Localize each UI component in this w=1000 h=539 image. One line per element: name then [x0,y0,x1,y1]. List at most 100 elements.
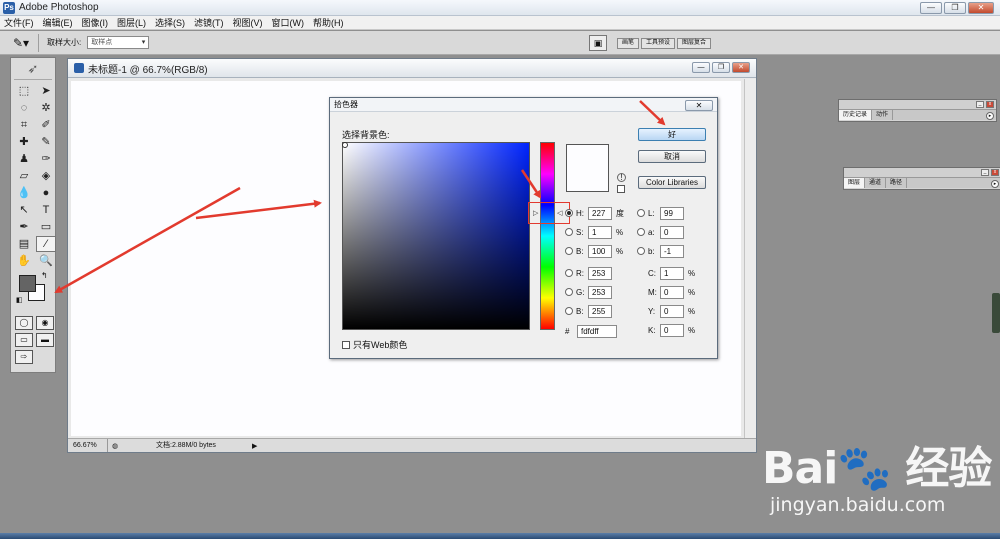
a-input[interactable]: 0 [660,225,684,239]
paint-bucket-tool-icon[interactable]: ◈ [36,168,56,184]
web-only-checkbox-row[interactable]: 只有Web颜色 [342,338,407,351]
menu-window[interactable]: 窗口(W) [272,16,305,29]
l-input[interactable]: 99 [660,206,684,220]
full-screen-menu-icon[interactable]: ▬ [36,333,54,347]
foreground-color-swatch[interactable] [19,275,36,292]
ok-button[interactable]: 好 [638,128,706,141]
gamut-warning-icon[interactable]: ! [617,173,626,182]
tab-actions[interactable]: 动作 [872,110,894,120]
blue-input[interactable]: 255 [588,304,612,318]
layers-panel-minimize-button[interactable]: _ [981,169,989,176]
document-minimize-button[interactable]: — [692,62,710,73]
l-radio[interactable] [637,209,645,217]
jump-to-imageready-icon[interactable]: ⇨ [15,350,33,364]
g-input[interactable]: 253 [588,285,612,299]
blur-tool-icon[interactable]: 💧 [14,185,34,201]
well-tab-tool-presets[interactable]: 工具预设 [641,37,676,49]
swap-colors-icon[interactable]: ↰ [41,271,48,280]
path-selection-tool-icon[interactable]: ↖ [14,202,34,218]
cancel-button[interactable]: 取消 [638,150,706,163]
well-tab-layer-comps[interactable]: 图层复合 [677,37,712,49]
quick-mask-mode-icon[interactable]: ◉ [36,316,54,330]
menu-filter[interactable]: 滤镜(T) [194,16,224,29]
s-radio[interactable] [565,228,573,236]
menu-help[interactable]: 帮助(H) [313,16,344,29]
menu-file[interactable]: 文件(F) [4,16,34,29]
brightness-input[interactable]: 100 [588,244,612,258]
history-brush-tool-icon[interactable]: ✑ [36,151,56,167]
a-radio[interactable] [637,228,645,236]
lasso-tool-icon[interactable]: ◌ [14,100,34,116]
tab-paths[interactable]: 路径 [886,178,908,188]
m-input[interactable]: 0 [660,285,684,299]
file-browser-icon[interactable]: ▣ [589,35,607,51]
menu-select[interactable]: 选择(S) [155,16,185,29]
hex-input[interactable]: fdfdff [577,324,617,338]
slice-tool-icon[interactable]: ✐ [36,117,56,133]
r-input[interactable]: 253 [588,266,612,280]
brush-tool-icon[interactable]: ✎ [36,134,56,150]
close-button[interactable]: ✕ [968,2,994,14]
document-restore-button[interactable]: ❐ [712,62,730,73]
lab-b-radio[interactable] [637,247,645,255]
move-tool-icon[interactable]: ➤ [36,83,56,99]
navigator-icon[interactable]: ◍ [112,442,122,450]
dodge-tool-icon[interactable]: ● [36,185,56,201]
eyedropper-tool-icon[interactable]: ⁄ [36,236,56,252]
standard-mode-icon[interactable]: ◯ [15,316,33,330]
history-panel-close-button[interactable]: x [986,101,994,108]
blue-radio[interactable] [565,307,573,315]
eyedropper-icon[interactable]: ✎▾ [8,34,34,52]
r-radio[interactable] [565,269,573,277]
menu-edit[interactable]: 编辑(E) [43,16,73,29]
shape-tool-icon[interactable]: ▭ [36,219,56,235]
y-input[interactable]: 0 [660,304,684,318]
tab-channels[interactable]: 通道 [865,178,887,188]
hue-slider[interactable] [540,142,555,330]
h-input[interactable]: 227 [588,206,612,220]
layers-panel-close-button[interactable]: x [991,169,999,176]
hand-tool-icon[interactable]: ✋ [14,253,34,269]
clone-stamp-tool-icon[interactable]: ♟ [14,151,34,167]
type-tool-icon[interactable]: T [36,202,56,218]
feather-logo-icon[interactable]: ➶ [14,58,52,80]
restore-button[interactable]: ❐ [944,2,966,14]
k-input[interactable]: 0 [660,323,684,337]
color-libraries-button[interactable]: Color Libraries [638,176,706,189]
web-only-checkbox[interactable] [342,340,350,349]
magic-wand-tool-icon[interactable]: ✲ [36,100,56,116]
g-radio[interactable] [565,288,573,296]
menu-layer[interactable]: 图层(L) [117,16,146,29]
minimize-button[interactable]: — [920,2,942,14]
well-tab-brushes[interactable]: 画笔 [617,37,640,49]
sample-size-select[interactable]: 取样点 [87,36,150,49]
lab-b-input[interactable]: -1 [660,244,684,258]
eraser-tool-icon[interactable]: ▱ [14,168,34,184]
color-picker-close-button[interactable]: ✕ [685,100,713,111]
brightness-radio[interactable] [565,247,573,255]
status-menu-arrow-icon[interactable]: ▶ [252,442,257,450]
h-radio[interactable] [565,209,573,217]
history-panel-menu-icon[interactable]: ▸ [986,112,994,120]
zoom-level[interactable]: 66.67% [68,439,108,452]
history-panel-minimize-button[interactable]: _ [976,101,984,108]
pen-tool-icon[interactable]: ✒ [14,219,34,235]
web-safe-cube-icon[interactable] [617,185,625,193]
color-field-cursor[interactable] [342,142,348,148]
menu-view[interactable]: 视图(V) [233,16,263,29]
vertical-scrollbar[interactable] [744,79,756,439]
marquee-tool-icon[interactable]: ⬚ [14,83,34,99]
menu-image[interactable]: 图像(I) [82,16,109,29]
document-close-button[interactable]: ✕ [732,62,750,73]
side-gadget[interactable] [992,293,1000,333]
crop-tool-icon[interactable]: ⌗ [14,117,34,133]
zoom-tool-icon[interactable]: 🔍 [36,253,56,269]
default-colors-icon[interactable]: ◧ [16,296,23,304]
layers-panel-menu-icon[interactable]: ▸ [991,180,999,188]
color-field[interactable] [342,142,530,330]
healing-brush-tool-icon[interactable]: ✚ [14,134,34,150]
tab-history[interactable]: 历史记录 [839,110,873,120]
c-input[interactable]: 1 [660,266,684,280]
s-input[interactable]: 1 [588,225,612,239]
notes-tool-icon[interactable]: ▤ [14,236,34,252]
